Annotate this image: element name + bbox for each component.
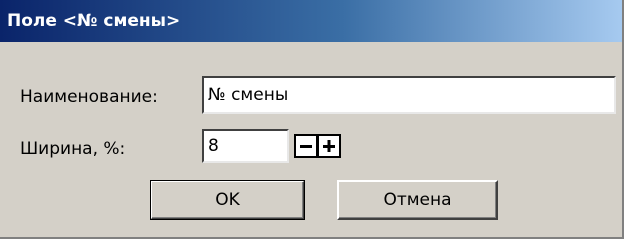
ok-button-label: OK bbox=[215, 190, 240, 210]
width-input-value: 8 bbox=[208, 136, 219, 156]
dialog-window: Поле <№ смены> Наименование: № смены Шир… bbox=[0, 0, 624, 239]
minus-icon bbox=[300, 145, 312, 148]
plus-icon bbox=[323, 140, 335, 152]
width-label: Ширина, %: bbox=[20, 139, 126, 159]
decrement-button[interactable] bbox=[294, 134, 318, 158]
increment-button[interactable] bbox=[317, 134, 341, 158]
cancel-button[interactable]: Отмена bbox=[337, 180, 498, 220]
name-input-value: № смены bbox=[208, 85, 289, 105]
width-input[interactable]: 8 bbox=[202, 129, 289, 163]
name-label: Наименование: bbox=[20, 87, 158, 107]
window-title: Поле <№ смены> bbox=[7, 11, 181, 31]
name-input[interactable]: № смены bbox=[202, 76, 616, 114]
ok-button[interactable]: OK bbox=[150, 180, 305, 220]
title-bar[interactable]: Поле <№ смены> bbox=[0, 0, 622, 42]
cancel-button-label: Отмена bbox=[383, 190, 452, 210]
